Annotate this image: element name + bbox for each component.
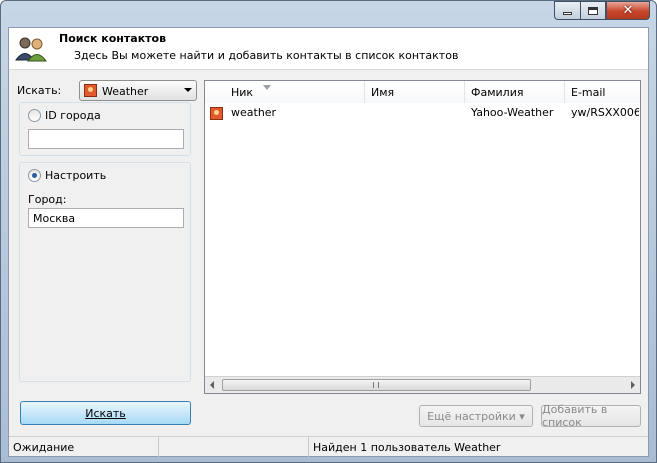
- city-label: Город:: [28, 193, 67, 206]
- maximize-button[interactable]: [580, 1, 606, 20]
- column-header-first-name[interactable]: Имя: [365, 81, 465, 103]
- city-id-radio-label: ID города: [45, 109, 101, 122]
- dialog-client-area: Поиск контактов Здесь Вы можете найти и …: [8, 27, 649, 457]
- results-list-header: Ник Имя Фамилия E-mail: [205, 81, 640, 103]
- scroll-right-icon[interactable]: [631, 381, 635, 389]
- column-header-email-label: E-mail: [571, 86, 606, 99]
- dialog-description: Здесь Вы можете найти и добавить контакт…: [74, 49, 459, 62]
- weather-plugin-icon: [84, 84, 97, 97]
- custom-radio-label: Настроить: [45, 169, 107, 182]
- search-protocol-value: Weather: [102, 85, 149, 98]
- search-protocol-select[interactable]: Weather: [79, 80, 197, 101]
- dialog-title: Поиск контактов: [59, 32, 167, 45]
- column-header-first-name-label: Имя: [371, 86, 395, 99]
- column-header-nick[interactable]: Ник: [205, 81, 365, 103]
- row-email: yw/RSXX0063: [571, 106, 639, 119]
- weather-plugin-icon: [210, 107, 223, 120]
- more-settings-button[interactable]: Ещё настройки ▾: [419, 405, 533, 427]
- custom-radio[interactable]: [28, 169, 41, 182]
- search-options-panel: Искать: Weather ID города Настроить Горо…: [15, 74, 197, 388]
- status-middle: [159, 437, 309, 457]
- city-id-input[interactable]: [28, 129, 184, 149]
- column-header-nick-label: Ник: [231, 86, 254, 99]
- status-state: Ожидание: [9, 437, 159, 457]
- horizontal-scrollbar[interactable]: [205, 376, 640, 393]
- close-icon: ✕: [622, 3, 634, 18]
- search-button[interactable]: Искать: [20, 401, 191, 425]
- chevron-down-icon: [184, 88, 192, 92]
- city-id-radio-row[interactable]: ID города: [28, 109, 101, 122]
- dialog-header: Поиск контактов Здесь Вы можете найти и …: [9, 28, 648, 70]
- add-to-list-button[interactable]: Добавить в список: [541, 403, 641, 429]
- status-bar: Ожидание Найден 1 пользователь Weather: [9, 436, 648, 457]
- custom-radio-row[interactable]: Настроить: [28, 169, 106, 182]
- maximize-icon: [588, 6, 598, 15]
- grip-icon: [373, 382, 379, 388]
- results-list[interactable]: Ник Имя Фамилия E-mail weather Yahoo-Wea…: [204, 80, 641, 394]
- status-result: Найден 1 пользователь Weather: [313, 441, 501, 454]
- custom-search-group: Настроить Город: Москва: [19, 162, 191, 382]
- city-id-radio[interactable]: [28, 109, 41, 122]
- minimize-icon: [563, 12, 572, 15]
- column-header-last-name-label: Фамилия: [471, 86, 524, 99]
- close-button[interactable]: ✕: [606, 1, 650, 20]
- minimize-button[interactable]: [554, 1, 580, 20]
- row-last-name: Yahoo-Weather: [471, 106, 554, 119]
- column-header-email[interactable]: E-mail: [565, 81, 640, 103]
- city-id-group: ID города: [19, 102, 191, 156]
- title-bar[interactable]: ✕: [1, 1, 656, 27]
- table-row[interactable]: weather Yahoo-Weather yw/RSXX0063: [205, 104, 640, 122]
- column-header-last-name[interactable]: Фамилия: [465, 81, 565, 103]
- contacts-icon: [15, 37, 47, 62]
- caption-buttons: ✕: [554, 1, 650, 20]
- search-label: Искать:: [17, 84, 62, 97]
- scrollbar-thumb[interactable]: [222, 379, 531, 391]
- sort-icon: [263, 85, 271, 90]
- scroll-left-icon[interactable]: [210, 381, 214, 389]
- city-input[interactable]: Москва: [28, 208, 184, 228]
- search-contacts-window: ✕ Поиск контактов Здесь Вы можете найти …: [0, 0, 657, 463]
- row-nick: weather: [231, 106, 277, 119]
